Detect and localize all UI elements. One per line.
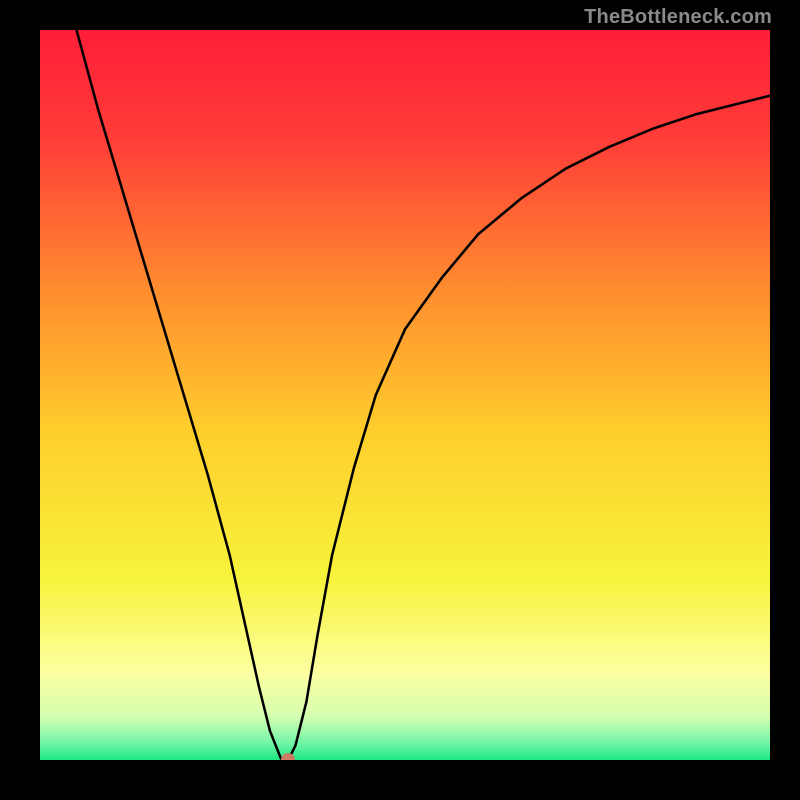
chart-canvas: TheBottleneck.com [0, 0, 800, 800]
plot-area [40, 30, 770, 760]
watermark: TheBottleneck.com [584, 6, 772, 29]
bottleneck-curve [40, 30, 770, 760]
optimum-marker [281, 753, 295, 760]
